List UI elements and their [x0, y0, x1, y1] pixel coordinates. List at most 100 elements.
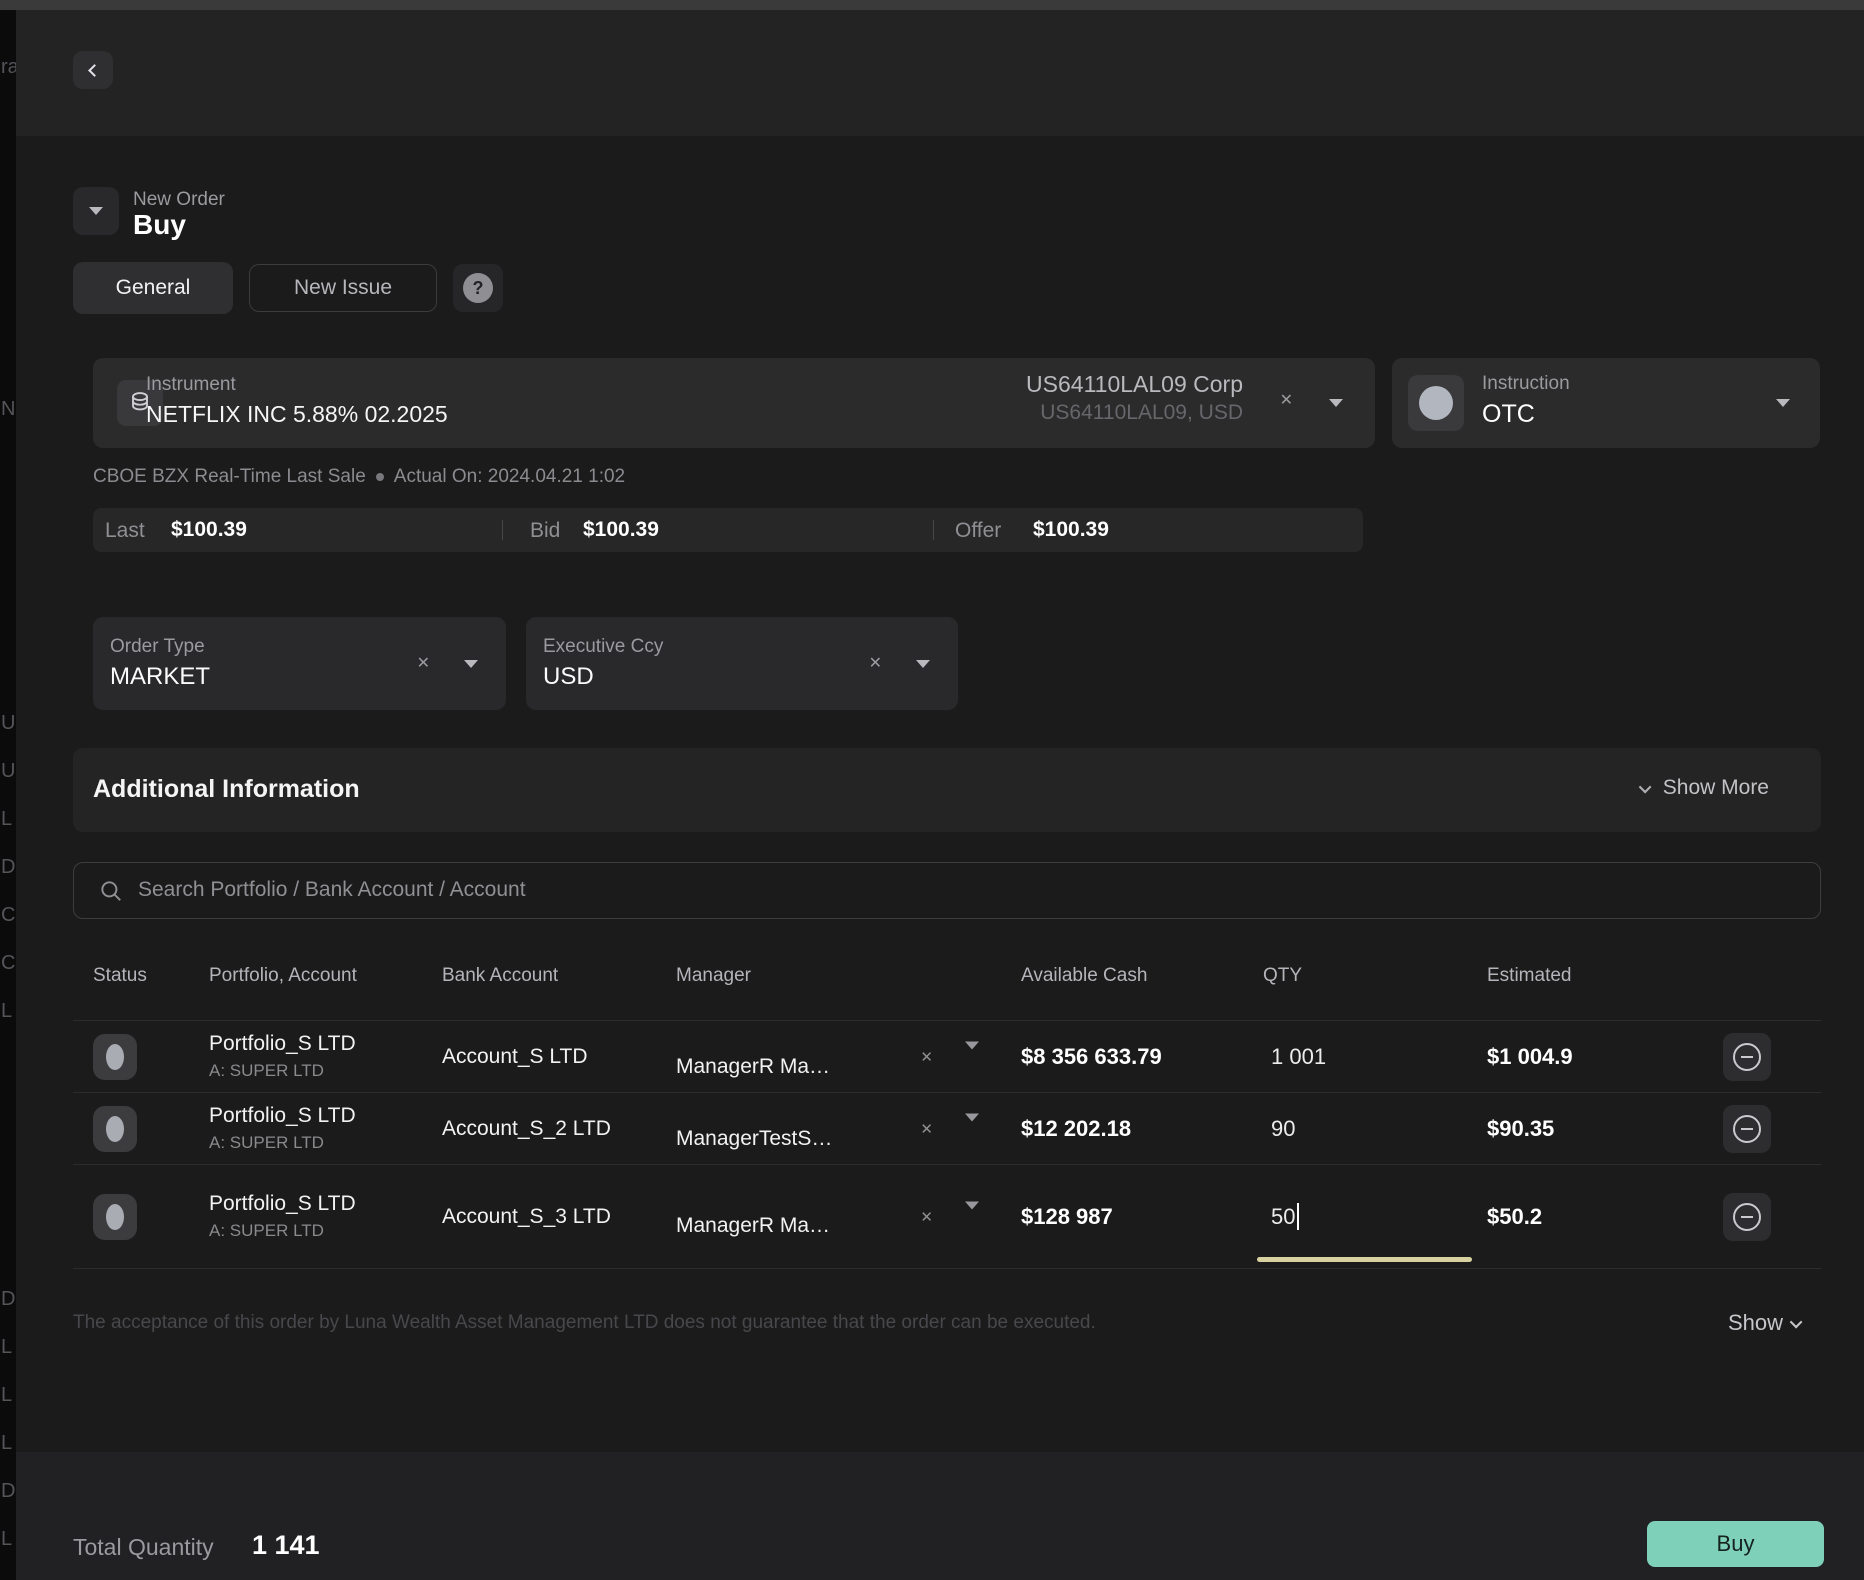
account-name: A: SUPER LTD — [209, 1221, 442, 1241]
chevron-down-icon[interactable] — [965, 1049, 979, 1067]
clear-manager-icon[interactable]: ✕ — [920, 1208, 933, 1226]
clear-instrument-icon[interactable]: ✕ — [1280, 390, 1293, 410]
estimated-cell: $1 004.9 — [1487, 1044, 1723, 1070]
manager-value: ManagerR Ma… — [676, 1214, 830, 1238]
bank-account-cell: Account_S LTD — [442, 1045, 676, 1069]
offer-value: $100.39 — [1033, 518, 1109, 542]
remove-row-button[interactable] — [1723, 1105, 1771, 1153]
instrument-name: NETFLIX INC 5.88% 02.2025 — [146, 401, 448, 428]
chevron-down-icon — [1639, 780, 1652, 793]
clear-order-type-icon[interactable]: ✕ — [417, 653, 430, 673]
portfolio-cell: Portfolio_S LTD A: SUPER LTD — [209, 1104, 442, 1153]
status-toggle[interactable] — [93, 1106, 137, 1152]
column-header-portfolio: Portfolio, Account — [209, 965, 442, 987]
manager-select[interactable]: ManagerR Ma… ✕ — [676, 1165, 1021, 1268]
offer-label: Offer — [955, 519, 1001, 543]
qty-input[interactable]: 1 001 — [1263, 1021, 1487, 1092]
order-side-dropdown-button[interactable] — [73, 187, 119, 235]
table-row: Portfolio_S LTD A: SUPER LTD Account_S_3… — [73, 1165, 1821, 1269]
background-text-fragment: L — [1, 1432, 12, 1455]
instrument-field[interactable]: Instrument NETFLIX INC 5.88% 02.2025 US6… — [93, 358, 1375, 448]
chevron-down-icon[interactable] — [464, 660, 478, 668]
buy-button[interactable]: Buy — [1647, 1521, 1824, 1567]
clear-manager-icon[interactable]: ✕ — [920, 1120, 933, 1138]
manager-select[interactable]: ManagerTestS… ✕ — [676, 1093, 1021, 1164]
available-cash-cell: $12 202.18 — [1021, 1116, 1263, 1142]
order-type-value: MARKET — [110, 663, 210, 691]
modal-header — [16, 10, 1864, 136]
bid-value: $100.39 — [583, 518, 659, 542]
status-indicator-icon — [106, 1204, 124, 1230]
disclaimer-text: The acceptance of this order by Luna Wea… — [73, 1312, 1096, 1334]
show-more-toggle[interactable]: Show More — [1642, 776, 1769, 800]
status-indicator-icon — [106, 1116, 124, 1142]
remove-row-button[interactable] — [1723, 1193, 1771, 1241]
status-toggle[interactable] — [93, 1034, 137, 1080]
executive-ccy-field[interactable]: Executive Ccy USD ✕ — [526, 617, 958, 710]
question-mark-icon: ? — [463, 273, 493, 303]
account-name: A: SUPER LTD — [209, 1061, 442, 1081]
column-header-bank: Bank Account — [442, 965, 676, 987]
clear-executive-ccy-icon[interactable]: ✕ — [869, 653, 882, 673]
background-text-fragment: C — [1, 904, 15, 927]
allocation-table: Portfolio_S LTD A: SUPER LTD Account_S L… — [73, 1020, 1821, 1269]
market-source: CBOE BZX Real-Time Last Sale — [93, 466, 366, 488]
column-header-qty: QTY — [1263, 965, 1487, 987]
active-input-underline — [1257, 1257, 1472, 1262]
clear-manager-icon[interactable]: ✕ — [920, 1048, 933, 1066]
market-data-note: CBOE BZX Real-Time Last Sale Actual On: … — [93, 466, 625, 488]
instruction-circle-icon — [1408, 375, 1464, 431]
search-icon — [98, 878, 124, 904]
manager-value: ManagerTestS… — [676, 1127, 832, 1151]
status-toggle[interactable] — [93, 1194, 137, 1240]
search-input[interactable] — [136, 863, 1736, 917]
minus-circle-icon — [1733, 1203, 1761, 1231]
instrument-isin: US64110LAL09, USD — [1040, 401, 1243, 425]
chevron-down-icon[interactable] — [916, 660, 930, 668]
text-cursor — [1297, 1203, 1299, 1230]
portfolio-cell: Portfolio_S LTD A: SUPER LTD — [209, 1032, 442, 1081]
portfolio-name: Portfolio_S LTD — [209, 1032, 442, 1056]
executive-ccy-label: Executive Ccy — [543, 636, 663, 658]
chevron-down-icon[interactable] — [965, 1121, 979, 1139]
minus-circle-icon — [1733, 1115, 1761, 1143]
market-actual-on: Actual On: 2024.04.21 1:02 — [394, 466, 625, 488]
show-toggle[interactable]: Show — [1728, 1310, 1802, 1336]
estimated-cell: $90.35 — [1487, 1116, 1723, 1142]
portfolio-cell: Portfolio_S LTD A: SUPER LTD — [209, 1192, 442, 1241]
total-quantity-label: Total Quantity — [73, 1534, 214, 1561]
available-cash-cell: $128 987 — [1021, 1204, 1263, 1230]
additional-information-section: Additional Information Show More — [73, 748, 1821, 832]
table-row: Portfolio_S LTD A: SUPER LTD Account_S L… — [73, 1021, 1821, 1093]
instruction-field[interactable]: Instruction OTC — [1392, 358, 1820, 448]
background-text-fragment: D — [1, 1480, 15, 1503]
order-type-field[interactable]: Order Type MARKET ✕ — [93, 617, 506, 710]
dot-icon — [376, 473, 384, 481]
table-row: Portfolio_S LTD A: SUPER LTD Account_S_2… — [73, 1093, 1821, 1165]
chevron-down-icon — [1790, 1315, 1803, 1328]
chevron-down-icon[interactable] — [1329, 399, 1343, 407]
qty-input-active[interactable]: 50 — [1263, 1165, 1487, 1268]
show-label: Show — [1728, 1310, 1783, 1336]
manager-select[interactable]: ManagerR Ma… ✕ — [676, 1021, 1021, 1092]
tab-general[interactable]: General — [73, 262, 233, 314]
background-text-fragment: D — [1, 1288, 15, 1311]
column-header-cash: Available Cash — [1021, 965, 1263, 987]
modal-footer: Total Quantity 1 141 Buy — [16, 1452, 1864, 1580]
help-button[interactable]: ? — [453, 264, 503, 312]
new-order-modal: New Order Buy General New Issue ? Instru… — [16, 10, 1864, 1580]
circle-icon — [1419, 386, 1453, 420]
portfolio-name: Portfolio_S LTD — [209, 1104, 442, 1128]
chevron-down-icon — [89, 207, 103, 215]
back-button[interactable] — [73, 51, 113, 89]
remove-row-button[interactable] — [1723, 1033, 1771, 1081]
estimated-cell: $50.2 — [1487, 1204, 1723, 1230]
tab-new-issue[interactable]: New Issue — [249, 264, 437, 312]
quotes-bar: Last $100.39 Bid $100.39 Offer $100.39 — [93, 508, 1363, 552]
last-label: Last — [105, 519, 145, 543]
chevron-down-icon[interactable] — [965, 1209, 979, 1227]
chevron-down-icon[interactable] — [1776, 399, 1790, 407]
background-page-edge: ra N U U L D C C L D L L L D L — [0, 10, 16, 1580]
bank-account-cell: Account_S_2 LTD — [442, 1117, 676, 1141]
qty-input[interactable]: 90 — [1263, 1093, 1487, 1164]
